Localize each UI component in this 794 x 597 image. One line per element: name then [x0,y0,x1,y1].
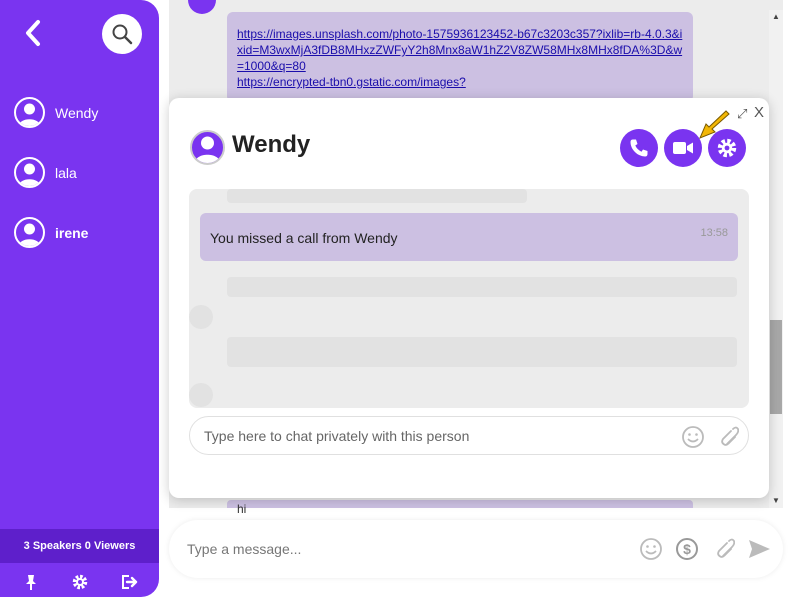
faded-background [227,189,527,203]
search-icon [112,24,133,45]
scroll-up-icon[interactable]: ▲ [769,10,783,24]
gear-icon[interactable] [71,573,89,591]
user-item-irene[interactable]: irene [14,217,88,248]
search-button[interactable] [102,14,142,54]
user-avatar-icon [14,157,45,188]
faded-background [227,277,737,297]
faded-background [189,383,213,407]
private-chat-composer [189,416,749,455]
sidebar: Wendy lala irene 3 Speakers 0 Viewers [0,0,159,597]
back-button[interactable] [18,16,48,50]
video-camera-icon [673,142,693,154]
phone-icon [630,139,648,157]
user-avatar-icon [14,97,45,128]
user-item-lala[interactable]: lala [14,157,77,188]
image-link[interactable]: https://images.unsplash.com/photo-157593… [237,27,682,73]
user-avatar-icon [14,217,45,248]
image-link[interactable]: https://encrypted-tbn0.gstatic.com/image… [237,75,466,89]
private-chat-modal: ⤢ X Wendy You missed a call from Wendy 1… [169,98,769,498]
voice-call-button[interactable] [620,129,658,167]
message-text: hi [237,502,247,516]
expand-icon[interactable]: ⤢ [737,106,747,122]
message-bubble: https://images.unsplash.com/photo-157593… [227,12,693,102]
message-input[interactable] [187,534,627,564]
emoji-icon[interactable] [681,425,705,449]
arrow-pointer-icon [699,110,730,139]
faded-background [227,337,737,367]
user-item-wendy[interactable]: Wendy [14,97,98,128]
message-time: 13:58 [700,227,728,239]
exit-icon[interactable] [120,573,138,591]
message-bubble [227,500,693,508]
svg-text:$: $ [683,541,691,557]
message-bubble: You missed a call from Wendy 13:58 [200,213,738,261]
pin-icon[interactable] [22,573,40,591]
dollar-icon[interactable]: $ [675,537,699,561]
scroll-thumb[interactable] [770,320,782,414]
chevron-left-icon [26,20,40,46]
close-button[interactable]: X [754,104,764,121]
private-chat-input[interactable] [204,425,664,447]
paperclip-icon[interactable] [715,425,739,449]
contact-avatar-icon [190,130,225,165]
emoji-icon[interactable] [639,537,663,561]
contact-name: Wendy [232,131,311,158]
message-composer: $ [169,520,783,578]
private-chat-history: You missed a call from Wendy 13:58 [189,189,749,408]
user-name: lala [55,164,77,181]
audience-count: 3 Speakers 0 Viewers [0,529,159,563]
sidebar-toolbar [0,566,159,597]
scroll-down-icon[interactable]: ▼ [769,494,783,508]
send-icon[interactable] [747,537,771,561]
paperclip-icon[interactable] [711,537,735,561]
user-name: Wendy [55,104,99,121]
user-name: irene [55,224,89,241]
faded-background [189,305,213,329]
chat-scrollbar[interactable]: ▲ ▼ [769,10,783,508]
message-text: You missed a call from Wendy [210,230,398,246]
